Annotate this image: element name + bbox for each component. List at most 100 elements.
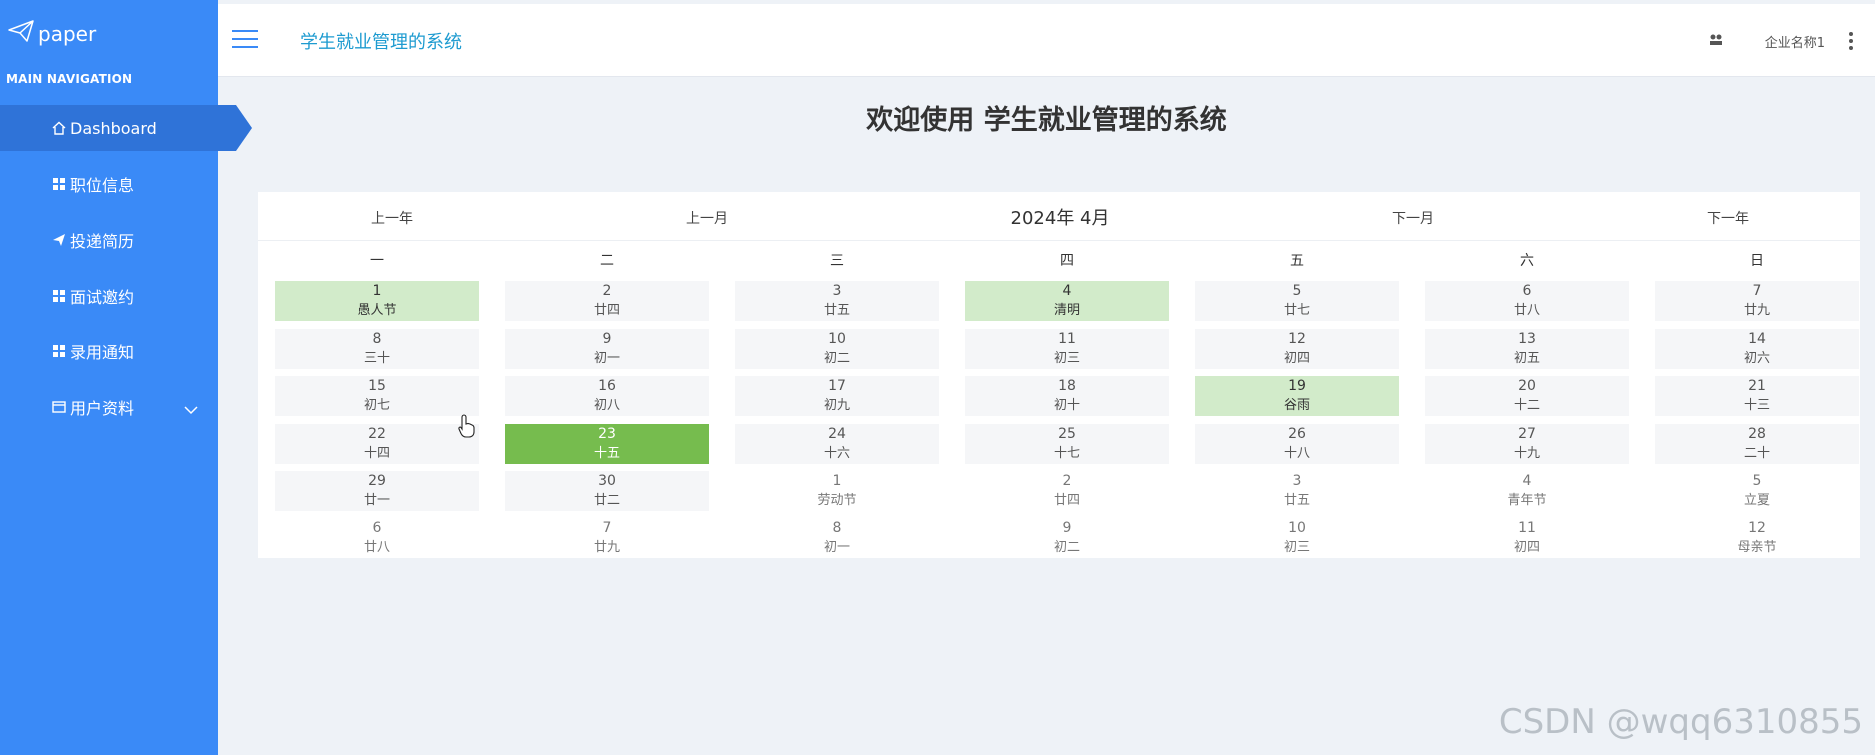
logo[interactable]: paper [8, 20, 96, 47]
prev-year-button[interactable]: 上一年 [371, 208, 413, 228]
calendar-day-cell[interactable]: 8 三十 [275, 329, 479, 369]
day-number: 20 [1518, 378, 1536, 394]
lunar-date: 初五 [1513, 351, 1540, 366]
day-number: 14 [1748, 331, 1766, 347]
grid-icon [52, 344, 66, 358]
calendar-day-cell[interactable]: 21 十三 [1655, 376, 1859, 416]
day-number: 17 [828, 378, 846, 394]
calendar-day-cell[interactable]: 29 廿一 [275, 471, 479, 511]
weekday-label: 日 [1750, 253, 1764, 269]
calendar-day-cell[interactable]: 6 廿八 [275, 518, 479, 558]
calendar-day-cell[interactable]: 7 廿九 [1655, 281, 1859, 321]
lunar-date: 十七 [1053, 446, 1080, 461]
calendar-day-cell[interactable]: 27 十九 [1425, 424, 1629, 464]
next-month-button[interactable]: 下一月 [1392, 208, 1434, 228]
calendar-day-cell[interactable]: 2 廿四 [965, 471, 1169, 511]
day-number: 4 [1522, 473, 1532, 489]
send-icon [52, 233, 66, 247]
calendar-day-cell[interactable]: 16 初八 [505, 376, 709, 416]
day-number: 9 [1062, 520, 1072, 536]
lunar-date: 十八 [1283, 446, 1310, 461]
day-number: 8 [372, 331, 382, 347]
calendar-day-cell[interactable]: 1 愚人节 [275, 281, 479, 321]
lunar-date: 廿九 [1743, 303, 1770, 318]
calendar-day-cell[interactable]: 11 初三 [965, 329, 1169, 369]
calendar-day-cell[interactable]: 25 十七 [965, 424, 1169, 464]
lunar-date: 愚人节 [357, 303, 397, 318]
weekday-label: 五 [1290, 253, 1304, 269]
day-number: 5 [1752, 473, 1762, 489]
calendar-day-cell[interactable]: 3 廿五 [735, 281, 939, 321]
lunar-date: 廿八 [1513, 303, 1540, 318]
calendar-day-cell[interactable]: 4 清明 [965, 281, 1169, 321]
day-number: 2 [1062, 473, 1072, 489]
grid-icon [52, 177, 66, 191]
calendar-day-cell[interactable]: 15 初七 [275, 376, 479, 416]
lunar-date: 劳动节 [817, 493, 857, 508]
lunar-date: 十五 [593, 446, 620, 461]
calendar-day-cell[interactable]: 5 立夏 [1655, 471, 1859, 511]
lunar-date: 初三 [1053, 351, 1080, 366]
next-year-button[interactable]: 下一年 [1707, 208, 1749, 228]
more-vertical-icon[interactable] [1849, 32, 1853, 53]
logo-text: paper [38, 21, 97, 46]
day-number: 23 [598, 426, 616, 442]
page-title: 欢迎使用 学生就业管理的系统 [866, 105, 1227, 136]
calendar-day-cell[interactable]: 12 初四 [1195, 329, 1399, 369]
calendar-day-cell[interactable]: 18 初十 [965, 376, 1169, 416]
calendar-day-cell[interactable]: 11 初四 [1425, 518, 1629, 558]
weekday-label: 三 [830, 253, 844, 269]
day-number: 18 [1058, 378, 1076, 394]
calendar-day-cell[interactable]: 1 劳动节 [735, 471, 939, 511]
lunar-date: 初四 [1513, 540, 1540, 555]
calendar-day-cell[interactable]: 8 初一 [735, 518, 939, 558]
calendar-day-cell[interactable]: 3 廿五 [1195, 471, 1399, 511]
lunar-date: 初七 [363, 398, 390, 413]
calendar-day-cell[interactable]: 5 廿七 [1195, 281, 1399, 321]
calendar-day-cell[interactable]: 2 廿四 [505, 281, 709, 321]
weekday-label: 二 [600, 253, 614, 269]
sidebar-item-offer[interactable]: 录用通知 [0, 328, 218, 374]
calendar-day-cell[interactable]: 22 十四 [275, 424, 479, 464]
calendar-day-cell[interactable]: 9 初二 [965, 518, 1169, 558]
day-number: 21 [1748, 378, 1766, 394]
calendar-day-cell[interactable]: 13 初五 [1425, 329, 1629, 369]
sidebar-item-dashboard[interactable]: Dashboard [0, 105, 252, 151]
calendar-day-cell[interactable]: 23 十五 [505, 424, 709, 464]
calendar-day-cell[interactable]: 24 十六 [735, 424, 939, 464]
calendar-day-cell[interactable]: 9 初一 [505, 329, 709, 369]
calendar-day-cell[interactable]: 14 初六 [1655, 329, 1859, 369]
day-number: 28 [1748, 426, 1766, 442]
sidebar-item-interview[interactable]: 面试邀约 [0, 273, 218, 319]
day-number: 27 [1518, 426, 1536, 442]
sidebar-item-resume[interactable]: 投递简历 [0, 217, 218, 263]
day-number: 19 [1288, 378, 1306, 394]
calendar-day-cell[interactable]: 6 廿八 [1425, 281, 1629, 321]
company-name[interactable]: 企业名称1 [1765, 32, 1825, 51]
calendar-day-cell[interactable]: 28 二十 [1655, 424, 1859, 464]
calendar-day-cell[interactable]: 19 谷雨 [1195, 376, 1399, 416]
weekday-label: 四 [1060, 253, 1074, 269]
calendar-day-cell[interactable]: 30 廿二 [505, 471, 709, 511]
lunar-date: 初一 [823, 540, 850, 555]
calendar-day-cell[interactable]: 26 十八 [1195, 424, 1399, 464]
prev-month-button[interactable]: 上一月 [686, 208, 728, 228]
sidebar-item-jobs[interactable]: 职位信息 [0, 161, 218, 207]
day-number: 12 [1748, 520, 1766, 536]
calendar-day-cell[interactable]: 12 母亲节 [1655, 518, 1859, 558]
calendar-day-cell[interactable]: 10 初三 [1195, 518, 1399, 558]
calendar-day-cell[interactable]: 7 廿九 [505, 518, 709, 558]
nav-section-title: MAIN NAVIGATION [6, 72, 133, 86]
calendar-day-cell[interactable]: 17 初九 [735, 376, 939, 416]
day-number: 11 [1518, 520, 1536, 536]
day-number: 13 [1518, 331, 1536, 347]
day-number: 3 [1292, 473, 1302, 489]
calendar-day-cell[interactable]: 10 初二 [735, 329, 939, 369]
calendar-day-cell[interactable]: 4 青年节 [1425, 471, 1629, 511]
sidebar-item-user-profile[interactable]: 用户资料 [0, 384, 218, 430]
hamburger-menu-icon[interactable] [232, 30, 258, 50]
sidebar: paper MAIN NAVIGATION Dashboard 职位信息 投递简… [0, 0, 252, 755]
day-number: 29 [368, 473, 386, 489]
calendar-day-cell[interactable]: 20 十二 [1425, 376, 1629, 416]
day-number: 12 [1288, 331, 1306, 347]
